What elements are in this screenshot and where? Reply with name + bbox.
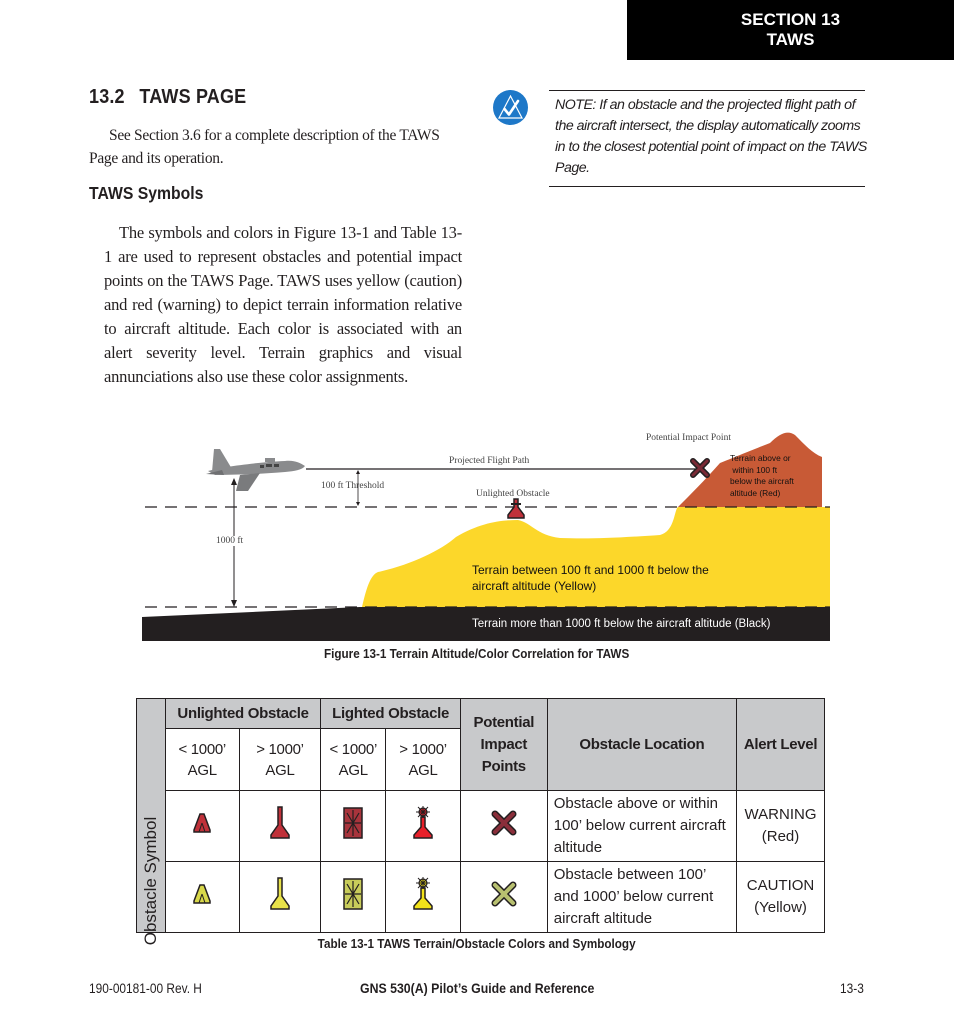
figure-caption: Figure 13-1 Terrain Altitude/Color Corre… bbox=[0, 646, 954, 661]
note-rule-top bbox=[549, 90, 865, 91]
obstacle-location-cell: Obstacle above or within 100’ below curr… bbox=[546, 790, 738, 862]
alert-level-text: WARNING bbox=[744, 806, 817, 823]
alert-level-text: CAUTION bbox=[746, 877, 815, 894]
alert-color-text: (Yellow) bbox=[754, 899, 807, 916]
subheader-line: < 1000’ bbox=[329, 740, 377, 758]
check-note-icon bbox=[493, 90, 528, 125]
alert-color-text: (Red) bbox=[761, 828, 800, 845]
figure-caption-text: Figure 13-1 Terrain Altitude/Color Corre… bbox=[324, 646, 630, 661]
lighted-low-obstacle-red-icon bbox=[343, 806, 363, 839]
potential-impact-point-icon bbox=[690, 458, 710, 478]
unlighted-low-obstacle-red-icon bbox=[193, 812, 211, 833]
symbol-cell bbox=[238, 790, 322, 862]
red-terrain-label-line: below the aircraft bbox=[730, 476, 794, 486]
symbol-cell bbox=[238, 861, 322, 933]
obstacle-symbol-side-cell: Obstacle Symbol bbox=[136, 698, 166, 945]
obstacle-symbol-label: Obstacle Symbol bbox=[140, 816, 160, 946]
page-heading: 13.2 TAWS PAGE bbox=[89, 86, 246, 109]
footer-title-text: GNS 530(A) Pilot’s Guide and Reference bbox=[359, 980, 595, 996]
potential-impact-point-label: Potential Impact Point bbox=[646, 433, 731, 443]
ft-1000-label: 1000 ft bbox=[216, 536, 244, 546]
section-number: SECTION 13 bbox=[740, 10, 841, 29]
red-terrain-label-line: within 100 ft bbox=[730, 464, 778, 475]
section-tab: SECTION 13 TAWS bbox=[627, 0, 954, 60]
heading-title: TAWS PAGE bbox=[139, 86, 247, 108]
subheader-line: AGL bbox=[265, 761, 295, 779]
unlighted-obstacle-icon bbox=[507, 498, 525, 519]
unlighted-high-obstacle-red-icon bbox=[270, 805, 290, 839]
section-title: TAWS bbox=[766, 30, 815, 49]
yellow-terrain-label-line: Terrain between 100 ft and 1000 ft below… bbox=[472, 563, 709, 577]
subheader-lighted-low: < 1000’ AGL bbox=[320, 728, 387, 791]
subheader-line: AGL bbox=[408, 761, 438, 779]
taws-symbol-table: Obstacle Symbol Unlighted Obstacle Light… bbox=[136, 698, 825, 945]
subheading: TAWS Symbols bbox=[89, 183, 204, 203]
subheader-line: AGL bbox=[187, 761, 217, 779]
yellow-terrain-label-line: aircraft altitude (Yellow) bbox=[472, 579, 597, 593]
black-terrain-label: Terrain more than 1000 ft below the airc… bbox=[472, 618, 771, 630]
intro-paragraph: See Section 3.6 for a complete descripti… bbox=[89, 127, 440, 167]
symbol-cell bbox=[164, 790, 240, 862]
subheader-lighted-high: > 1000’ AGL bbox=[385, 728, 461, 791]
header-potential-impact: Potential Impact Points bbox=[459, 698, 548, 791]
header-obstacle-location: Obstacle Location bbox=[546, 698, 738, 791]
symbol-cell bbox=[385, 861, 461, 933]
threshold-100-label: 100 ft Threshold bbox=[321, 481, 385, 491]
subheader-line: < 1000’ bbox=[178, 740, 226, 758]
table-caption-text: Table 13-1 TAWS Terrain/Obstacle Colors … bbox=[318, 936, 636, 951]
note-rule-bottom bbox=[549, 186, 865, 187]
header-unlighted-obstacle: Unlighted Obstacle bbox=[164, 698, 322, 729]
symbol-cell bbox=[459, 790, 548, 862]
unlighted-high-obstacle-yellow-icon bbox=[270, 876, 290, 910]
footer-title: GNS 530(A) Pilot’s Guide and Reference bbox=[0, 980, 954, 996]
header-lighted-obstacle: Lighted Obstacle bbox=[320, 698, 461, 729]
symbol-cell bbox=[164, 861, 240, 933]
footer-page-number: 13-3 bbox=[840, 980, 864, 996]
red-terrain-label-line: Terrain above or bbox=[730, 453, 791, 463]
alert-level-cell: WARNING (Red) bbox=[736, 790, 825, 862]
symbol-cell bbox=[459, 861, 548, 933]
subheader-line: > 1000’ bbox=[256, 740, 304, 758]
heading-number: 13.2 bbox=[89, 86, 125, 108]
red-terrain-label-line: altitude (Red) bbox=[730, 487, 781, 498]
subheader-unlighted-low: < 1000’ AGL bbox=[164, 728, 240, 791]
subheader-line: AGL bbox=[338, 761, 368, 779]
aircraft-icon bbox=[206, 449, 305, 491]
symbol-cell bbox=[385, 790, 461, 862]
table-caption: Table 13-1 TAWS Terrain/Obstacle Colors … bbox=[0, 936, 954, 951]
lighted-high-obstacle-red-icon bbox=[413, 805, 433, 839]
lighted-high-obstacle-yellow-icon bbox=[413, 876, 433, 910]
red-terrain-label: Terrain above or within 100 ft below the… bbox=[730, 453, 794, 499]
unlighted-obstacle-label: Unlighted Obstacle bbox=[476, 489, 550, 499]
lighted-low-obstacle-yellow-icon bbox=[343, 877, 363, 910]
impact-point-red-icon bbox=[491, 810, 517, 835]
projected-flight-path-label: Projected Flight Path bbox=[449, 456, 530, 466]
subheader-unlighted-high: > 1000’ AGL bbox=[238, 728, 322, 791]
table-row-warning: Obstacle above or within 100’ below curr… bbox=[137, 790, 825, 862]
subheader-line: > 1000’ bbox=[399, 740, 447, 758]
impact-point-yellow-icon bbox=[491, 881, 517, 906]
unlighted-low-obstacle-yellow-icon bbox=[193, 883, 211, 904]
table-row-caution: Obstacle between 100’ and 1000’ below cu… bbox=[137, 861, 825, 933]
symbol-cell bbox=[320, 790, 387, 862]
obstacle-location-cell: Obstacle between 100’ and 1000’ below cu… bbox=[546, 861, 738, 933]
note-text: NOTE: If an obstacle and the projected f… bbox=[555, 97, 867, 176]
symbol-cell bbox=[320, 861, 387, 933]
terrain-figure: Projected Flight Path 100 ft Threshold U… bbox=[140, 425, 830, 645]
yellow-terrain-label: Terrain between 100 ft and 1000 ft below… bbox=[472, 562, 709, 594]
header-alert-level: Alert Level bbox=[736, 698, 825, 791]
body-paragraph: The symbols and colors in Figure 13-1 an… bbox=[104, 223, 462, 386]
alert-level-cell: CAUTION (Yellow) bbox=[736, 861, 825, 933]
